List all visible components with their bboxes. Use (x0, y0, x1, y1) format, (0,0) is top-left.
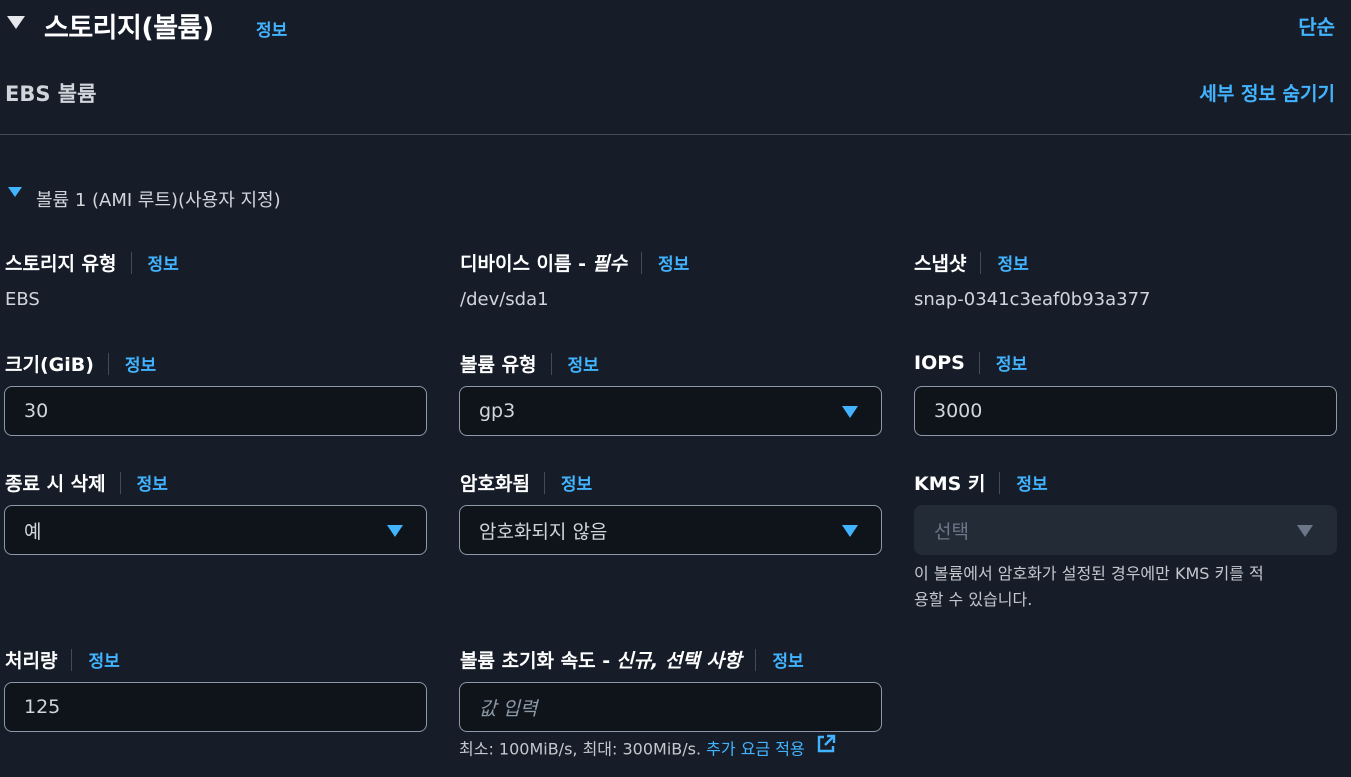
delete-on-termination-selected-value: 예 (24, 520, 42, 543)
encrypted-label-text: 암호화됨 (460, 473, 530, 495)
size-label: 크기(GiB) 정보 (5, 350, 156, 377)
device-name-value: /dev/sda1 (460, 289, 549, 310)
kms-key-hint-line2: 용할 수 있습니다. (914, 590, 1033, 609)
delete-on-termination-select[interactable]: 예 (4, 505, 427, 555)
snapshot-label: 스냅샷 정보 (914, 249, 1029, 276)
hide-details-link[interactable]: 세부 정보 숨기기 (1199, 79, 1335, 106)
dropdown-arrow-icon (842, 406, 858, 418)
label-separator (107, 352, 109, 375)
kms-key-hint: 이 볼륨에서 암호화가 설정된 경우에만 KMS 키를 적 용할 수 있습니다. (914, 561, 1344, 613)
iops-info-link[interactable]: 정보 (996, 350, 1027, 375)
iops-input[interactable]: 3000 (914, 386, 1337, 436)
storage-type-label-text: 스토리지 유형 (5, 253, 117, 275)
label-separator (130, 251, 132, 274)
label-separator (640, 251, 642, 274)
storage-type-info-link[interactable]: 정보 (148, 250, 179, 275)
kms-key-label: KMS 키 정보 (914, 469, 1048, 496)
label-separator (999, 471, 1001, 494)
init-rate-label: 볼륨 초기화 속도 - 신규, 선택 사항 정보 (460, 646, 804, 673)
storage-type-value: EBS (5, 289, 40, 310)
iops-input-value: 3000 (934, 400, 983, 422)
kms-key-info-link[interactable]: 정보 (1016, 470, 1047, 495)
init-rate-info-link[interactable]: 정보 (772, 647, 803, 672)
section-header: 스토리지(볼륨) 정보 단순 (0, 0, 1351, 52)
encrypted-info-link[interactable]: 정보 (561, 470, 592, 495)
size-info-link[interactable]: 정보 (125, 351, 156, 376)
init-rate-label-text: 볼륨 초기화 속도 - (460, 650, 611, 672)
iops-label-text: IOPS (914, 351, 965, 374)
init-rate-hint-text: 최소: 100MiB/s, 최대: 300MiB/s. (459, 739, 702, 759)
label-separator (550, 352, 552, 375)
delete-on-termination-info-link[interactable]: 정보 (137, 470, 168, 495)
volume-type-label-text: 볼륨 유형 (460, 354, 537, 376)
collapse-caret-icon[interactable] (7, 16, 25, 29)
init-rate-input[interactable]: 값 입력 (459, 682, 882, 732)
dropdown-arrow-icon (1297, 525, 1313, 537)
section-info-link[interactable]: 정보 (256, 16, 287, 41)
device-name-label: 디바이스 이름 - 필수 정보 (460, 249, 689, 276)
snapshot-label-text: 스냅샷 (914, 253, 967, 275)
dropdown-arrow-icon (387, 525, 403, 537)
volume-expand-caret-icon[interactable] (8, 187, 22, 197)
size-input[interactable]: 30 (4, 386, 427, 436)
volume-type-label: 볼륨 유형 정보 (460, 350, 599, 377)
throughput-input[interactable]: 125 (4, 682, 427, 732)
label-separator (543, 471, 545, 494)
label-separator (71, 648, 73, 671)
kms-key-placeholder: 선택 (934, 520, 969, 543)
volume-type-select[interactable]: gp3 (459, 386, 882, 436)
throughput-label: 처리량 정보 (5, 646, 120, 673)
label-separator (755, 648, 757, 671)
kms-key-select: 선택 (914, 505, 1337, 555)
label-separator (980, 251, 982, 274)
size-input-value: 30 (24, 400, 49, 422)
encrypted-select[interactable]: 암호화되지 않음 (459, 505, 882, 555)
ebs-volumes-title: EBS 볼륨 (5, 82, 97, 106)
kms-key-hint-line1: 이 볼륨에서 암호화가 설정된 경우에만 KMS 키를 적 (914, 564, 1264, 583)
label-separator (119, 471, 121, 494)
optional-marker: 신규, 선택 사항 (616, 650, 742, 672)
device-name-info-link[interactable]: 정보 (658, 250, 689, 275)
delete-on-termination-label: 종료 시 삭제 정보 (5, 469, 168, 496)
size-label-text: 크기(GiB) (5, 354, 94, 376)
throughput-info-link[interactable]: 정보 (88, 647, 119, 672)
external-link-icon[interactable] (816, 734, 836, 762)
throughput-label-text: 처리량 (5, 650, 58, 672)
simple-view-link[interactable]: 단순 (1298, 11, 1335, 40)
init-rate-placeholder: 값 입력 (479, 697, 538, 720)
volume-title[interactable]: 볼륨 1 (AMI 루트)(사용자 지정) (36, 186, 281, 212)
volume-type-selected-value: gp3 (479, 400, 516, 422)
storage-volume-panel: 스토리지(볼륨) 정보 단순 EBS 볼륨 세부 정보 숨기기 볼륨 1 (AM… (0, 0, 1351, 777)
init-rate-hint: 최소: 100MiB/s, 최대: 300MiB/s. 추가 요금 적용 (459, 734, 836, 764)
section-title: 스토리지(볼륨) (44, 13, 214, 44)
device-name-label-text: 디바이스 이름 - (460, 253, 586, 275)
volume-type-info-link[interactable]: 정보 (568, 351, 599, 376)
delete-on-termination-label-text: 종료 시 삭제 (5, 473, 106, 495)
kms-key-label-text: KMS 키 (914, 473, 986, 495)
encrypted-label: 암호화됨 정보 (460, 469, 592, 496)
snapshot-info-link[interactable]: 정보 (997, 250, 1028, 275)
additional-charges-link[interactable]: 추가 요금 적용 (706, 740, 805, 759)
iops-label: IOPS 정보 (914, 350, 1027, 375)
divider (0, 134, 1351, 135)
encrypted-selected-value: 암호화되지 않음 (479, 520, 608, 543)
storage-type-label: 스토리지 유형 정보 (5, 249, 179, 276)
label-separator (978, 351, 980, 374)
snapshot-value: snap-0341c3eaf0b93a377 (914, 289, 1151, 310)
throughput-input-value: 125 (24, 696, 61, 718)
required-marker: 필수 (592, 253, 627, 275)
dropdown-arrow-icon (842, 525, 858, 537)
